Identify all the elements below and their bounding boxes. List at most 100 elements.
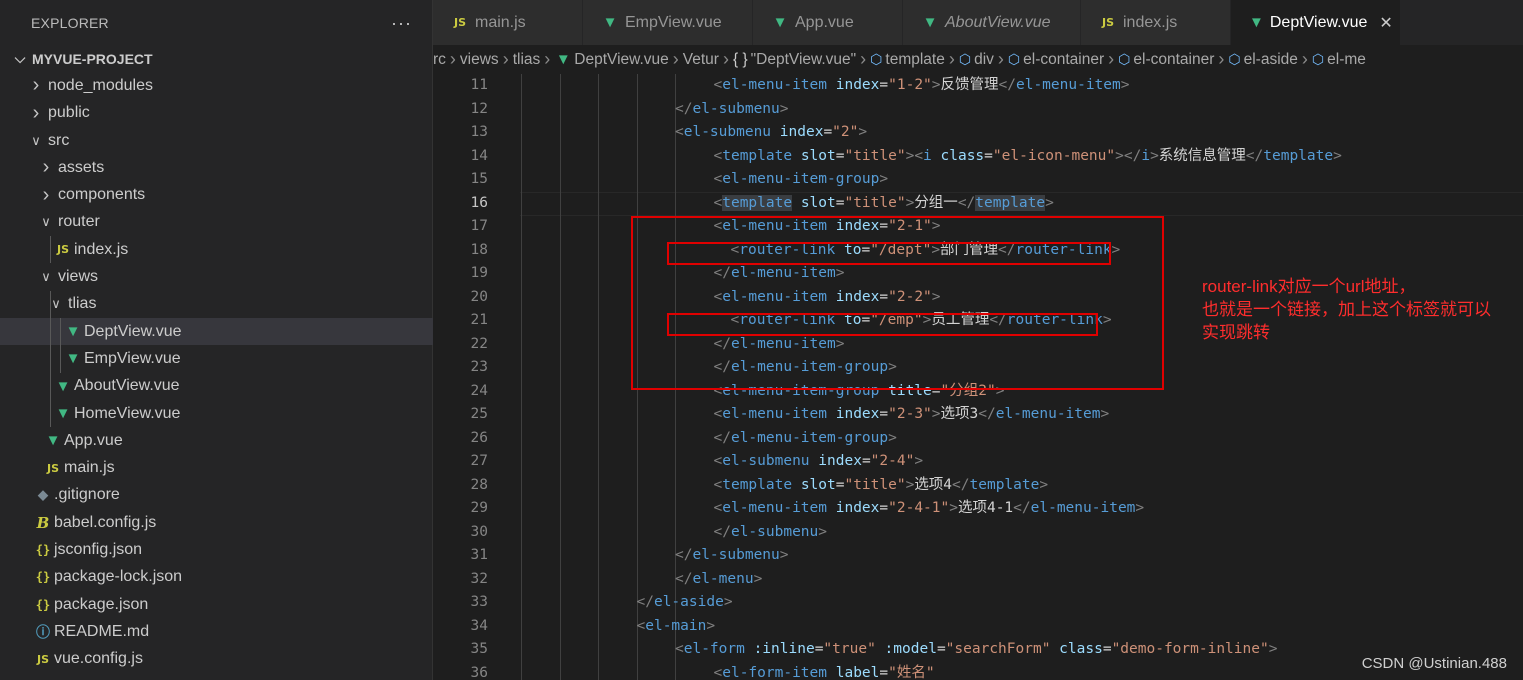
line-number: 21 (470, 312, 488, 328)
file-tree-item[interactable]: ∨ router (0, 209, 433, 236)
file-tree-label: EmpView.vue (84, 349, 181, 367)
code-token: "el-icon-menu" (992, 147, 1116, 164)
file-tree-item[interactable]: ▼ HomeView.vue (0, 399, 433, 428)
file-tree-item[interactable]: ▼ AboutView.vue (0, 372, 433, 400)
editor-tab[interactable]: ▼ EmpView.vue (583, 0, 753, 45)
breadcrumb: rc › views › tlias › ▼ DeptView.vue › Vetur ›{ } "D… (433, 45, 1523, 74)
code-token: < (713, 453, 723, 469)
line-number: 17 (470, 218, 488, 234)
editor-tab[interactable]: ▼ App.vue (753, 0, 903, 45)
code-token: > (1268, 641, 1278, 657)
file-tree-item[interactable]: ▼ App.vue (0, 427, 433, 454)
tree-indent-guide (60, 317, 61, 346)
code-token: el-menu-item-group (722, 171, 880, 187)
code-token: template (722, 476, 793, 493)
javascript-file-icon: JS (46, 461, 59, 475)
file-tree-item[interactable]: ∨ views (0, 263, 433, 290)
symbol-cube-icon: ⬡ (958, 51, 972, 67)
code-token: slot (800, 147, 836, 164)
breadcrumb-item[interactable]: Vetur (683, 51, 719, 69)
file-tree-item[interactable]: ▼ DeptView.vue (0, 317, 433, 346)
breadcrumb-item[interactable]: ⬡ el-container (1118, 51, 1214, 69)
editor-tab[interactable]: JS main.js (433, 0, 583, 45)
breadcrumb-item[interactable]: ⬡ div (959, 51, 994, 69)
vue-file-icon: ▼ (65, 323, 81, 341)
code-token: "true" (823, 641, 876, 657)
file-tree-item[interactable]: ∨ tlias (0, 290, 433, 318)
breadcrumb-item[interactable]: ⬡ el-container (1008, 51, 1104, 69)
explorer-title: EXPLORER (31, 15, 109, 31)
line-number: 19 (470, 265, 488, 281)
code-token: el-menu-item (722, 500, 827, 516)
breadcrumb-item[interactable]: ▼ DeptView.vue (554, 51, 669, 69)
file-tree-item[interactable]: › components (0, 181, 433, 208)
code-token: < (713, 500, 723, 516)
more-actions-icon[interactable]: ··· (391, 13, 412, 34)
code-token: el-menu-item (1030, 500, 1136, 516)
code-token: slot (800, 194, 836, 211)
code-token: :model (884, 641, 937, 657)
breadcrumb-item[interactable]: rc (433, 51, 446, 69)
breadcrumb-item[interactable]: { } "DeptView.vue" (733, 51, 856, 69)
code-line: </el-aside> (521, 591, 1342, 615)
breadcrumb-item[interactable]: tlias (513, 51, 541, 69)
line-number: 11 (470, 77, 488, 93)
code-line: <el-menu-item index="2-4-1">选项4-1</el-me… (521, 497, 1342, 521)
file-tree-item[interactable]: {} package.json (0, 591, 433, 618)
file-tree-item[interactable]: {} package-lock.json (0, 564, 433, 591)
close-icon[interactable]: ✕ (1379, 13, 1392, 33)
code-token: = (879, 406, 889, 422)
file-tree-item[interactable]: JS vue.config.js (0, 646, 433, 673)
editor-tab[interactable]: JS index.js (1081, 0, 1231, 45)
code-token: 系统信息管理 (1158, 147, 1246, 164)
file-tree-item[interactable]: ▼ EmpView.vue (0, 345, 433, 373)
breadcrumb-item[interactable]: views (460, 51, 499, 69)
editor-tab[interactable]: ▼ DeptView.vue ✕ (1231, 0, 1401, 45)
file-tree-item[interactable]: JS index.js (0, 236, 433, 264)
tab-label: DeptView.vue (1269, 13, 1368, 31)
code-token: el-aside (653, 594, 724, 610)
project-root[interactable]: ⌵ MYVUE-PROJECT (0, 45, 433, 72)
file-tree-item[interactable]: ⓘ README.md (0, 618, 433, 645)
file-tree-item[interactable]: › node_modules (0, 72, 433, 99)
file-tree-label: assets (58, 158, 105, 176)
json-file-icon: {} (35, 597, 51, 612)
code-token: = (861, 453, 871, 469)
file-tree-item[interactable]: Bbabel.config.js (0, 509, 433, 536)
file-tree-item[interactable]: {} jsconfig.json (0, 536, 433, 563)
breadcrumb-item[interactable]: ⬡ el-aside (1228, 51, 1298, 69)
breadcrumb-label: Vetur (682, 50, 719, 68)
symbol-cube-icon: ⬡ (1228, 51, 1241, 67)
code-token: > (914, 453, 924, 469)
code-token: </ (957, 194, 976, 211)
tree-indent-guide (60, 345, 61, 373)
file-tree-item[interactable]: ∨ src (0, 127, 433, 154)
vue-file-icon: ▼ (602, 14, 618, 31)
editor-tab[interactable]: ▼ AboutView.vue (903, 0, 1081, 45)
code-token: = (823, 124, 833, 140)
code-line: <el-menu-item index="1-2">反馈管理</el-menu-… (521, 74, 1342, 98)
file-tree-item[interactable]: › public (0, 100, 433, 127)
code-token: el-menu-item (722, 406, 827, 422)
code-token: < (675, 124, 684, 140)
code-token: "1-2" (888, 77, 932, 93)
git-file-icon: ◆ (38, 487, 48, 503)
breadcrumb-label: el-me (1327, 50, 1366, 68)
breadcrumb-item[interactable]: ⬡ template (870, 51, 945, 69)
code-line: <el-submenu index="2-4"> (521, 450, 1342, 474)
file-tree-item[interactable]: › assets (0, 154, 433, 181)
code-token: </ (1245, 147, 1264, 164)
chevron-right-icon: › (722, 49, 729, 69)
code-editor[interactable]: 11 12 13 14 15 16 17 18 19 20 21 22 23 24 25 26 27 28 29 30… (433, 74, 1523, 680)
file-tree-item[interactable]: JS main.js (0, 454, 433, 481)
breadcrumb-item[interactable]: ⬡ el-me (1312, 51, 1366, 69)
annotation-box-router-link-dept (667, 242, 1111, 265)
tab-label: App.vue (795, 13, 854, 31)
line-number: 34 (470, 617, 488, 634)
explorer-header: EXPLORER ··· (0, 0, 432, 46)
vue-file-icon: ▼ (772, 14, 788, 31)
code-token: < (636, 617, 646, 634)
file-tree-item[interactable]: ◆ .gitignore (0, 482, 433, 509)
